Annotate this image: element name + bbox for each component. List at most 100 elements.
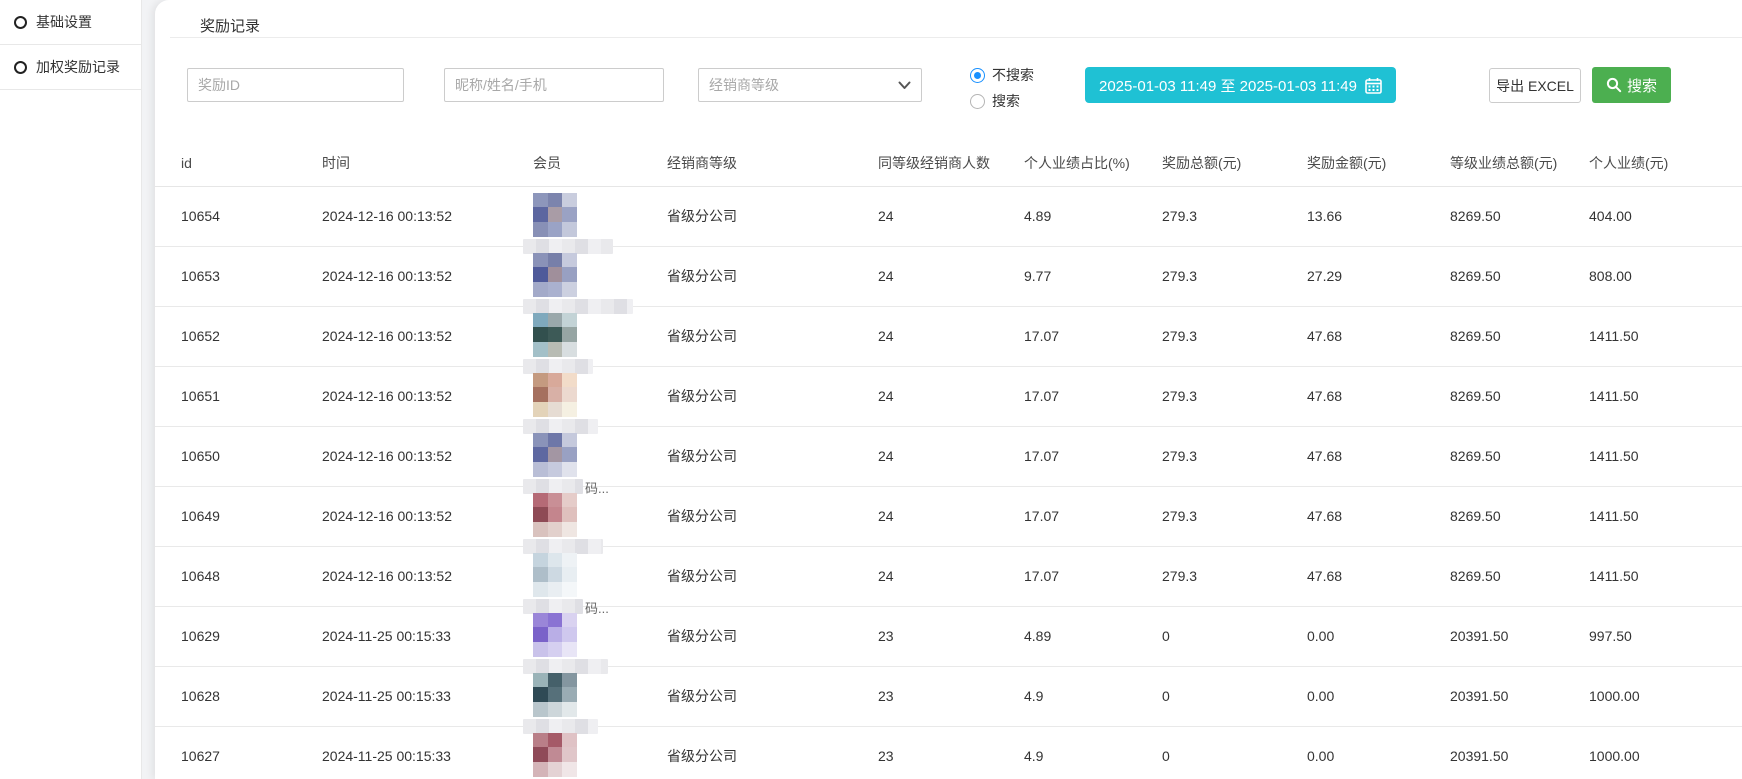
cell-level-total: 8269.50 (1450, 246, 1589, 306)
column-header: 奖励总额(元) (1162, 140, 1307, 186)
cell-dealer-level: 省级分公司 (667, 186, 878, 246)
cell-personal-performance: 1411.50 (1589, 306, 1742, 366)
cell-dealer-level: 省级分公司 (667, 486, 878, 546)
sidebar: 基础设置 加权奖励记录 (0, 0, 142, 779)
cell-reward-amount: 47.68 (1307, 546, 1450, 606)
cell-reward-total: 279.3 (1162, 426, 1307, 486)
cell-time: 2024-12-16 00:13:52 (322, 186, 533, 246)
column-header: 等级业绩总额(元) (1450, 140, 1589, 186)
cell-personal-ratio: 17.07 (1024, 366, 1162, 426)
column-header: id (155, 140, 322, 186)
cell-peer-count: 24 (878, 486, 1024, 546)
cell-id: 10649 (155, 486, 322, 546)
table-row: 106532024-12-16 00:13:52省级分公司249.77279.3… (155, 246, 1742, 306)
sidebar-item-label: 基础设置 (36, 12, 92, 32)
cell-personal-ratio: 17.07 (1024, 306, 1162, 366)
cell-peer-count: 24 (878, 366, 1024, 426)
column-header: 经销商等级 (667, 140, 878, 186)
cell-time: 2024-11-25 00:15:33 (322, 606, 533, 666)
cell-reward-total: 279.3 (1162, 486, 1307, 546)
cell-member (533, 666, 667, 726)
member-avatar-pixelated (533, 613, 577, 657)
sidebar-item-weighted-reward-records[interactable]: 加权奖励记录 (0, 45, 141, 90)
cell-level-total: 20391.50 (1450, 666, 1589, 726)
member-avatar-pixelated (533, 193, 577, 237)
cell-personal-ratio: 4.89 (1024, 606, 1162, 666)
date-range-button[interactable]: 2025-01-03 11:49 至 2025-01-03 11:49 (1085, 67, 1396, 103)
cell-id: 10648 (155, 546, 322, 606)
search-icon (1606, 77, 1622, 93)
cell-peer-count: 24 (878, 426, 1024, 486)
cell-dealer-level: 省级分公司 (667, 606, 878, 666)
cell-reward-amount: 13.66 (1307, 186, 1450, 246)
member-name-blur (523, 419, 598, 434)
cell-id: 10654 (155, 186, 322, 246)
member-name-blur (523, 359, 593, 374)
table-row: 106522024-12-16 00:13:52省级分公司2417.07279.… (155, 306, 1742, 366)
cell-reward-amount: 0.00 (1307, 606, 1450, 666)
table-row: 106272024-11-25 00:15:33省级分公司234.900.002… (155, 726, 1742, 779)
member-name-blur (523, 239, 613, 254)
reward-id-input[interactable] (187, 68, 404, 102)
member-name-blur (523, 599, 583, 614)
cell-time: 2024-12-16 00:13:52 (322, 366, 533, 426)
cell-personal-performance: 1000.00 (1589, 726, 1742, 779)
sidebar-item-basic-settings[interactable]: 基础设置 (0, 0, 141, 45)
cell-reward-amount: 0.00 (1307, 726, 1450, 779)
table-row: 106482024-12-16 00:13:52码...省级分公司2417.07… (155, 546, 1742, 606)
records-table: id时间会员经销商等级同等级经销商人数个人业绩占比(%)奖励总额(元)奖励金额(… (155, 140, 1742, 779)
filter-bar: 经销商等级 不搜索 搜索 2025-01-03 11:49 至 2025-01-… (155, 62, 1742, 122)
nickname-input[interactable] (444, 68, 664, 102)
table-row: 106502024-12-16 00:13:52码...省级分公司2417.07… (155, 426, 1742, 486)
cell-member (533, 246, 667, 306)
cell-level-total: 20391.50 (1450, 606, 1589, 666)
radio-unselected-icon (970, 94, 985, 109)
cell-personal-ratio: 4.89 (1024, 186, 1162, 246)
search-button[interactable]: 搜索 (1592, 67, 1671, 103)
cell-personal-ratio: 9.77 (1024, 246, 1162, 306)
member-name-blur (523, 659, 608, 674)
cell-reward-amount: 0.00 (1307, 666, 1450, 726)
cell-personal-ratio: 17.07 (1024, 426, 1162, 486)
cell-dealer-level: 省级分公司 (667, 666, 878, 726)
chevron-down-icon (898, 81, 911, 90)
cell-dealer-level: 省级分公司 (667, 366, 878, 426)
cell-personal-performance: 808.00 (1589, 246, 1742, 306)
dealer-level-select[interactable]: 经销商等级 (698, 68, 922, 102)
table-row: 106512024-12-16 00:13:52省级分公司2417.07279.… (155, 366, 1742, 426)
search-mode-radio-group: 不搜索 搜索 (970, 64, 1034, 116)
cell-reward-total: 279.3 (1162, 306, 1307, 366)
cell-reward-total: 279.3 (1162, 246, 1307, 306)
cell-level-total: 8269.50 (1450, 426, 1589, 486)
member-avatar-pixelated (533, 433, 577, 477)
member-avatar-pixelated (533, 313, 577, 357)
cell-id: 10628 (155, 666, 322, 726)
column-header: 个人业绩(元) (1589, 140, 1742, 186)
cell-reward-total: 279.3 (1162, 366, 1307, 426)
cell-id: 10627 (155, 726, 322, 779)
cell-personal-performance: 1411.50 (1589, 486, 1742, 546)
dealer-level-select-value: 经销商等级 (709, 75, 779, 95)
cell-id: 10652 (155, 306, 322, 366)
cell-personal-performance: 1411.50 (1589, 546, 1742, 606)
radio-selected-icon (970, 68, 985, 83)
radio-search[interactable]: 搜索 (970, 90, 1034, 112)
cell-time: 2024-12-16 00:13:52 (322, 246, 533, 306)
cell-time: 2024-12-16 00:13:52 (322, 486, 533, 546)
member-avatar-pixelated (533, 253, 577, 297)
cell-peer-count: 23 (878, 666, 1024, 726)
cell-level-total: 8269.50 (1450, 486, 1589, 546)
page-title: 奖励记录 (200, 15, 260, 36)
calendar-icon (1365, 77, 1382, 94)
cell-reward-total: 0 (1162, 666, 1307, 726)
cell-dealer-level: 省级分公司 (667, 426, 878, 486)
export-excel-button[interactable]: 导出 EXCEL (1489, 68, 1581, 103)
sidebar-item-label: 加权奖励记录 (36, 57, 120, 77)
cell-reward-amount: 47.68 (1307, 306, 1450, 366)
cell-reward-amount: 27.29 (1307, 246, 1450, 306)
cell-peer-count: 24 (878, 246, 1024, 306)
column-header: 同等级经销商人数 (878, 140, 1024, 186)
radio-no-search[interactable]: 不搜索 (970, 64, 1034, 86)
cell-level-total: 8269.50 (1450, 186, 1589, 246)
cell-level-total: 8269.50 (1450, 366, 1589, 426)
